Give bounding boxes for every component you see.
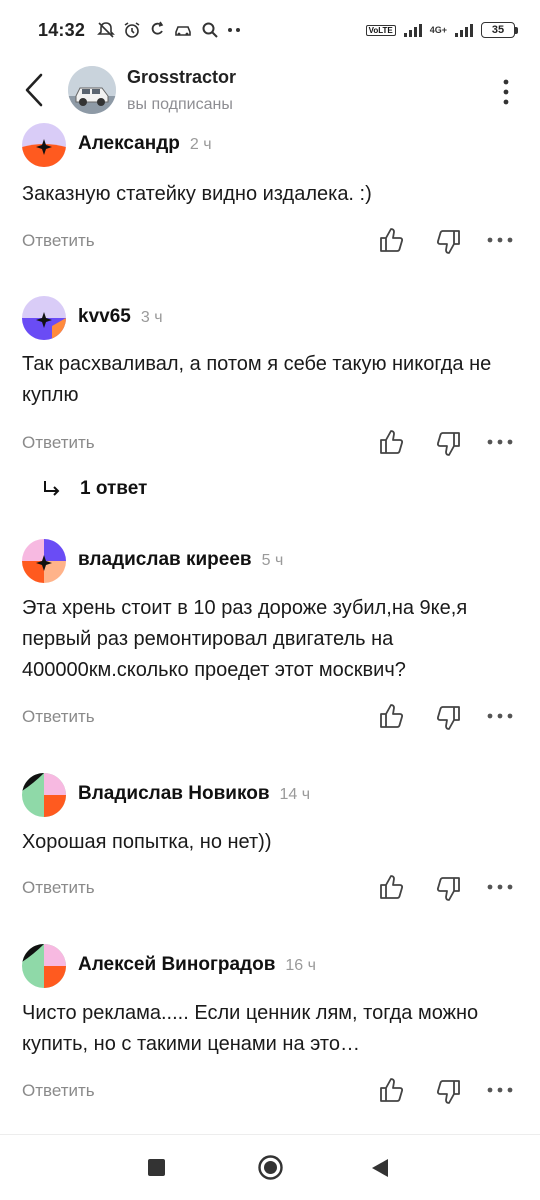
network-type: 4G+: [429, 24, 447, 35]
comment: владислав киреев 5 ч Эта хрень стоит в 10…: [0, 537, 540, 737]
thumbs-down-icon[interactable]: [436, 229, 462, 255]
more-options-button[interactable]: [486, 72, 526, 112]
avatar[interactable]: [22, 296, 66, 340]
more-horizontal-icon[interactable]: [486, 1085, 514, 1095]
more-horizontal-icon[interactable]: [486, 711, 514, 721]
comment-time: 3 ч: [140, 309, 163, 326]
thumbs-up-icon[interactable]: [378, 1077, 404, 1103]
channel-avatar[interactable]: [68, 66, 116, 114]
reply-button[interactable]: Ответить: [22, 1081, 95, 1101]
thumbs-up-icon[interactable]: [378, 703, 404, 729]
battery-level: 35: [481, 22, 515, 38]
reply-button[interactable]: Ответить: [22, 231, 95, 251]
back-button[interactable]: [4, 60, 64, 120]
comment: Александр 2 ч Заказную статейку видно изд…: [0, 121, 540, 261]
avatar-icon: [22, 123, 66, 167]
comment: Владислав Новиков 14 ч Хорошая попытка, н…: [0, 771, 540, 911]
battery-icon: 35: [481, 22, 518, 38]
more-vertical-icon: [503, 79, 509, 105]
comment: kvv65 3 ч Так расхваливал, а потом я себе…: [0, 294, 540, 464]
sync-icon: [151, 21, 164, 35]
avatar[interactable]: [22, 944, 66, 988]
avatar-icon: [22, 296, 66, 340]
more-horizontal-icon[interactable]: [486, 882, 514, 892]
comment-author[interactable]: Алексей Виноградов 16 ч: [78, 954, 316, 976]
chevron-left-icon: [25, 73, 43, 107]
comment-time: 16 ч: [285, 957, 316, 974]
car-photo-icon: [68, 66, 116, 114]
system-icons: VoLTE 4G+ 35: [365, 22, 518, 38]
comment: Алексей Виноградов 16 ч Чисто реклама....…: [0, 942, 540, 1112]
reply-button[interactable]: Ответить: [22, 433, 95, 453]
comment-author[interactable]: Александр 2 ч: [78, 133, 212, 155]
reply-button[interactable]: Ответить: [22, 878, 95, 898]
avatar[interactable]: [22, 773, 66, 817]
comment-time: 14 ч: [279, 786, 311, 803]
thumbs-down-icon[interactable]: [436, 705, 462, 731]
arrow-return-icon: [44, 481, 60, 496]
comment-actions: Ответить: [0, 874, 540, 904]
comment-time: 2 ч: [189, 136, 212, 153]
comment-author[interactable]: kvv65 3 ч: [78, 306, 163, 328]
avatar-icon: [22, 944, 66, 988]
status-bar: 14:32 VoLTE 4G+ 35: [0, 0, 540, 60]
recent-apps-button[interactable]: [148, 1159, 165, 1176]
channel-info[interactable]: Grosstractor вы подписаны: [127, 67, 236, 114]
comment-actions: Ответить: [0, 703, 540, 733]
channel-name: Grosstractor: [127, 66, 237, 87]
thumbs-down-icon[interactable]: [436, 876, 462, 902]
comment-author[interactable]: владислав киреев 5 ч: [78, 549, 283, 571]
reply-button[interactable]: Ответить: [22, 707, 95, 727]
avatar[interactable]: [22, 539, 66, 583]
replies-count: 1 ответ: [80, 478, 148, 499]
author-name: Александр: [78, 133, 180, 154]
volte-icon: VoLTE: [365, 24, 396, 36]
avatar-icon: [22, 539, 66, 583]
author-name: kvv65: [78, 306, 131, 327]
thumbs-down-icon[interactable]: [436, 431, 462, 457]
notification-icons: [97, 21, 241, 39]
thumbs-up-icon[interactable]: [378, 429, 404, 455]
avatar[interactable]: [22, 123, 66, 167]
comment-actions: Ответить: [0, 227, 540, 257]
author-name: Владислав Новиков: [78, 783, 270, 804]
comment-text: Заказную статейку видно издалека. :): [22, 183, 372, 205]
comment-text: Так расхваливал, а потом я себе такую ни…: [22, 353, 492, 406]
car-icon: [175, 26, 191, 36]
signal-icon: [403, 23, 422, 37]
search-icon: [202, 22, 218, 38]
signal-icon-2: [455, 23, 473, 37]
thumbs-up-icon[interactable]: [378, 227, 404, 253]
thumbs-up-icon[interactable]: [378, 874, 404, 900]
avatar-icon: [22, 773, 66, 817]
system-nav-bar: [0, 1135, 540, 1200]
comment-text: Чисто реклама..... Если ценник лям, тогд…: [22, 1002, 479, 1055]
subscription-status: вы подписаны: [127, 95, 233, 113]
author-name: владислав киреев: [78, 549, 252, 570]
channel-header: Grosstractor вы подписаны: [0, 60, 540, 120]
replies-link[interactable]: 1 ответ: [42, 475, 147, 503]
bell-off-icon: [97, 22, 115, 38]
comment-text: Хорошая попытка, но нет)): [22, 831, 272, 853]
comment-author[interactable]: Владислав Новиков 14 ч: [78, 783, 310, 805]
author-name: Алексей Виноградов: [78, 954, 276, 975]
alarm-icon: [124, 22, 140, 38]
status-time: 14:32: [38, 19, 86, 40]
more-horizontal-icon[interactable]: [486, 437, 514, 447]
back-nav-button[interactable]: [371, 1158, 389, 1178]
more-notifications-icon: [228, 28, 241, 32]
thumbs-down-icon[interactable]: [436, 1079, 462, 1105]
more-horizontal-icon[interactable]: [486, 235, 514, 245]
home-button[interactable]: [258, 1155, 283, 1180]
comment-text: Эта хрень стоит в 10 раз дороже зубил,на…: [22, 597, 468, 681]
comment-time: 5 ч: [261, 552, 284, 569]
comment-actions: Ответить: [0, 1077, 540, 1107]
comment-actions: Ответить: [0, 429, 540, 459]
